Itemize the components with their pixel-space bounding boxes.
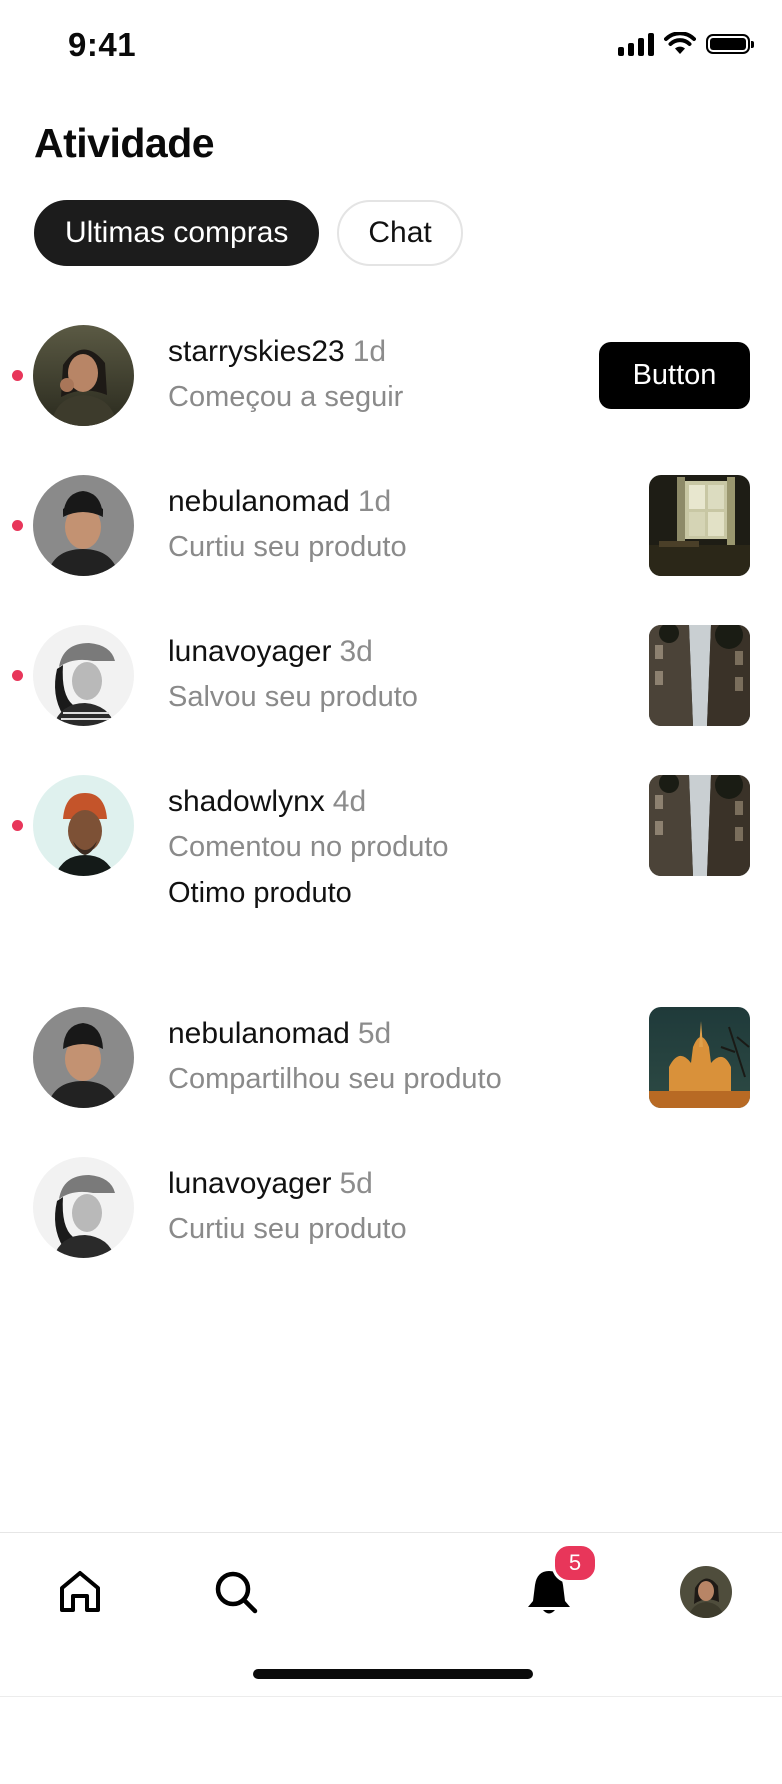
- list-item[interactable]: lunavoyager 5d Curtiu seu produto: [0, 1157, 782, 1258]
- comment-text: Otimo produto: [168, 877, 352, 909]
- unread-dot: [12, 370, 23, 381]
- time-ago: 5d: [357, 1017, 392, 1050]
- activity-screen: 9:41 Atividade Ultimas compras Chat star…: [0, 0, 782, 1697]
- unread-dot: [12, 820, 23, 831]
- username[interactable]: starryskies23: [168, 335, 345, 368]
- product-thumbnail[interactable]: [649, 475, 750, 576]
- time-ago: 3d: [339, 635, 373, 668]
- status-time: 9:41: [68, 26, 137, 63]
- activity-action: Comentou no produto: [168, 831, 449, 863]
- unread-dot: [12, 670, 23, 681]
- time-ago: 5d: [339, 1167, 373, 1200]
- time-ago: 4d: [332, 785, 367, 818]
- username[interactable]: shadowlynx: [168, 785, 325, 818]
- time-ago: 1d: [352, 335, 387, 368]
- product-thumbnail[interactable]: [649, 625, 750, 726]
- page-title: Atividade: [34, 120, 215, 166]
- cellular-signal-icon: [618, 32, 654, 56]
- avatar[interactable]: [33, 625, 134, 726]
- home-indicator: [253, 1669, 533, 1679]
- wifi-icon: [664, 32, 696, 54]
- search-icon: [215, 1571, 258, 1614]
- home-tab-button[interactable]: [45, 1557, 115, 1627]
- tab-ultimas-compras[interactable]: Ultimas compras: [34, 200, 320, 266]
- time-ago: 1d: [357, 485, 392, 518]
- avatar[interactable]: [33, 325, 134, 426]
- search-tab-button[interactable]: [201, 1557, 271, 1627]
- list-item[interactable]: shadowlynx 4d Comentou no produto Otimo p…: [0, 775, 782, 935]
- list-item[interactable]: nebulanomad 5d Compartilhou seu produto: [0, 1007, 782, 1108]
- username[interactable]: nebulanomad: [168, 1017, 350, 1050]
- product-thumbnail[interactable]: [649, 775, 750, 876]
- avatar[interactable]: [33, 475, 134, 576]
- avatar[interactable]: [33, 775, 134, 876]
- list-item[interactable]: nebulanomad 1d Curtiu seu produto: [0, 475, 782, 576]
- username[interactable]: lunavoyager: [168, 635, 331, 668]
- list-item[interactable]: lunavoyager 3d Salvou seu produto: [0, 625, 782, 726]
- activity-action: Curtiu seu produto: [168, 531, 407, 563]
- avatar[interactable]: [33, 1007, 134, 1108]
- profile-avatar: [680, 1566, 732, 1618]
- notification-badge: 5: [552, 1543, 598, 1583]
- list-item[interactable]: starryskies23 1d Começou a seguir Button: [0, 325, 782, 426]
- filter-tabs: Ultimas compras Chat: [34, 200, 463, 266]
- bottom-tab-bar: 5: [0, 1532, 782, 1697]
- avatar[interactable]: [33, 1157, 134, 1258]
- profile-tab-button[interactable]: [671, 1557, 741, 1627]
- activity-action: Compartilhou seu produto: [168, 1063, 502, 1095]
- activity-action: Salvou seu produto: [168, 681, 418, 713]
- status-icons: [618, 32, 754, 56]
- unread-dot: [12, 520, 23, 531]
- activity-action: Começou a seguir: [168, 381, 404, 413]
- product-thumbnail[interactable]: [649, 1007, 750, 1108]
- tab-chat[interactable]: Chat: [337, 200, 463, 266]
- activity-action: Curtiu seu produto: [168, 1213, 407, 1245]
- follow-button[interactable]: Button: [599, 342, 750, 409]
- username[interactable]: nebulanomad: [168, 485, 350, 518]
- battery-icon: [706, 34, 754, 54]
- home-icon: [60, 1571, 100, 1612]
- username[interactable]: lunavoyager: [168, 1167, 331, 1200]
